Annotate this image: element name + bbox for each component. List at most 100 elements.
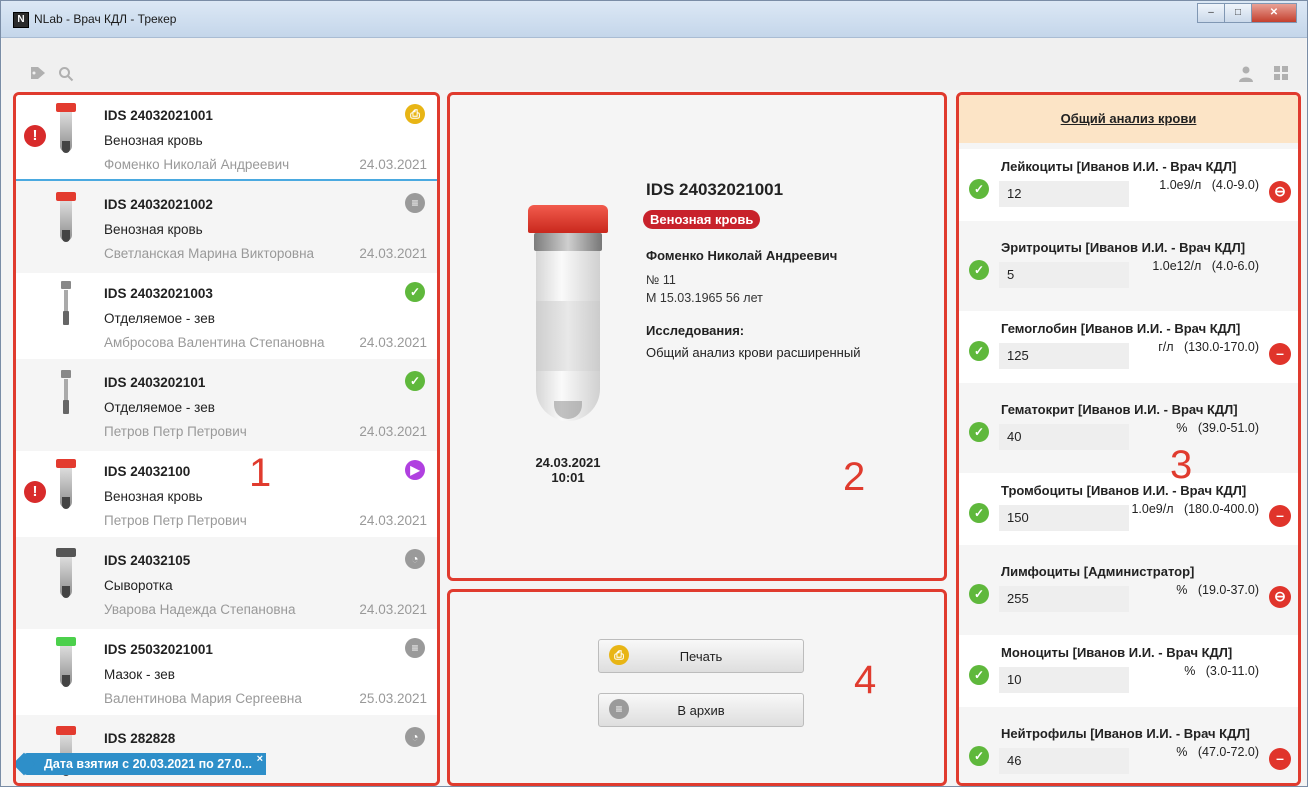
warning-icon: ! [24,481,46,503]
sample-list-item[interactable]: IDS 24032105 Сыворотка Уварова Надежда Сте… [16,540,437,626]
sample-material: Венозная кровь [104,222,203,237]
sample-list-item[interactable]: IDS 24032021002 Венозная кровь Светланская… [16,184,437,270]
detail-sample-id: IDS 24032021001 [646,180,784,199]
test-name: Гемоглобин [Иванов И.И. - Врач КДЛ] [1001,321,1241,336]
result-row: Моноциты [Иванов И.И. - Врач КДЛ] ✓ 10% (3… [959,635,1298,707]
research-item: Общий анализ крови расширенный [646,345,861,360]
sample-material: Венозная кровь [104,489,203,504]
result-value-field[interactable]: 125 [999,343,1129,369]
sample-material: Отделяемое - зев [104,400,215,415]
test-name: Эритроциты [Иванов И.И. - Врач КДЛ] [1001,240,1246,255]
tube-icon [56,459,76,511]
collection-datetime: 24.03.2021 10:01 [512,455,624,485]
user-icon[interactable] [1239,66,1253,85]
sample-date: 24.03.2021 [359,602,427,617]
result-value-field[interactable]: 255 [999,586,1129,612]
below-range-icon[interactable]: – [1269,343,1291,365]
app-icon: N [13,12,29,28]
reference-range: (19.0-37.0) [1197,583,1259,597]
sample-id: IDS 2403202101 [104,375,206,390]
minimize-button[interactable]: – [1197,3,1225,23]
window-title: NLab - Врач КДЛ - Трекер [34,12,177,26]
print-button[interactable]: ⎙ Печать [598,639,804,673]
sample-id: IDS 24032021001 [104,108,213,123]
warning-icon: ! [24,125,46,147]
reference-range: (3.0-11.0) [1205,664,1259,678]
tube-icon [56,370,76,422]
check-icon[interactable]: ✓ [969,179,989,199]
result-row: Тромбоциты [Иванов И.И. - Врач КДЛ] ✓ 150 1… [959,473,1298,545]
unit: 1.0e9/л [1159,178,1202,192]
sample-list-item[interactable]: IDS 25032021001 Мазок - зев Валентинова Ма… [16,629,437,715]
reference-range: (4.0-9.0) [1211,178,1259,192]
unit-range: % (47.0-72.0) [1129,745,1259,759]
sample-list-item[interactable]: IDS 24032021003 Отделяемое - зев Амбросова… [16,273,437,359]
unit-range: % (39.0-51.0) [1129,421,1259,435]
reference-range: (180.0-400.0) [1183,502,1259,516]
check-icon[interactable]: ✓ [969,665,989,685]
sample-list-item[interactable]: ! IDS 24032021001 Венозная кровь Фоменко Ни… [16,95,437,181]
test-name: Нейтрофилы [Иванов И.И. - Врач КДЛ] [1001,726,1250,741]
below-range-icon[interactable]: ⊖ [1269,586,1291,608]
collection-date: 24.03.2021 [535,455,601,470]
date-filter-chip[interactable]: Дата взятия с 20.03.2021 по 27.0... × [24,753,267,775]
reference-range: (4.0-6.0) [1211,259,1259,273]
sample-list-item[interactable]: IDS 282828 ◔ [16,718,437,783]
research-heading: Исследования: [646,323,745,338]
below-range-icon[interactable]: ⊖ [1269,181,1291,203]
collection-time: 10:01 [551,470,585,485]
reference-range: (130.0-170.0) [1183,340,1259,354]
annotation-3: 3 [1170,443,1193,487]
filter-remove-icon[interactable]: × [257,748,263,770]
result-value-field[interactable]: 12 [999,181,1129,207]
date-filter-label: Дата взятия с 20.03.2021 по 27.0... [44,757,253,771]
unit: 1.0e12/л [1152,259,1202,273]
below-range-icon[interactable]: – [1269,505,1291,527]
result-value-field[interactable]: 40 [999,424,1129,450]
search-icon[interactable] [58,66,74,85]
result-value-field[interactable]: 10 [999,667,1129,693]
sample-id: IDS 24032105 [104,553,191,568]
tube-image [528,205,608,435]
check-icon[interactable]: ✓ [969,341,989,361]
done-status-icon[interactable]: ✓ [405,371,425,391]
archive-status-icon[interactable]: ≡ [405,193,425,213]
check-icon[interactable]: ✓ [969,746,989,766]
sample-list-item[interactable]: IDS 2403202101 Отделяемое - зев Петров Пет… [16,362,437,448]
pending-status-icon[interactable]: ◔ [405,727,425,747]
sample-material: Сыворотка [104,578,173,593]
annotation-1: 1 [249,451,272,495]
pending-status-icon[interactable]: ◔ [405,549,425,569]
sample-patient: Уварова Надежда Степановна [104,602,296,617]
result-row: Нейтрофилы [Иванов И.И. - Врач КДЛ] ✓ 46% … [959,716,1298,783]
play-status-icon[interactable]: ▶ [405,460,425,480]
below-range-icon[interactable]: – [1269,748,1291,770]
reference-range: (39.0-51.0) [1197,421,1259,435]
analysis-title[interactable]: Общий анализ крови [959,95,1298,143]
check-icon[interactable]: ✓ [969,503,989,523]
check-icon[interactable]: ✓ [969,584,989,604]
result-value-field[interactable]: 46 [999,748,1129,774]
detail-patient-info: М 15.03.1965 56 лет [646,291,763,305]
result-row: Лейкоциты [Иванов И.И. - Врач КДЛ] ✓ 12 1.0… [959,149,1298,221]
title-bar: N NLab - Врач КДЛ - Трекер – □ ✕ [1,1,1307,38]
archive-button[interactable]: ≡ В архив [598,693,804,727]
tag-icon[interactable] [30,66,46,83]
test-name: Гематокрит [Иванов И.И. - Врач КДЛ] [1001,402,1238,417]
unit: г/л [1158,340,1174,354]
sample-material: Отделяемое - зев [104,311,215,326]
close-button[interactable]: ✕ [1251,3,1297,23]
print-status-icon[interactable]: ⎙ [405,104,425,124]
archive-status-icon[interactable]: ≡ [405,638,425,658]
result-value-field[interactable]: 5 [999,262,1129,288]
results-panel: Общий анализ крови Лейкоциты [Иванов И.И… [956,92,1301,786]
check-icon[interactable]: ✓ [969,422,989,442]
check-icon[interactable]: ✓ [969,260,989,280]
maximize-button[interactable]: □ [1224,3,1252,23]
result-value-field[interactable]: 150 [999,505,1129,531]
sample-list-item[interactable]: ! IDS 24032100 Венозная кровь Петров Петр П… [16,451,437,537]
unit-range: % (3.0-11.0) [1129,664,1259,678]
unit: % [1176,745,1188,759]
grid-icon[interactable] [1274,66,1288,83]
done-status-icon[interactable]: ✓ [405,282,425,302]
